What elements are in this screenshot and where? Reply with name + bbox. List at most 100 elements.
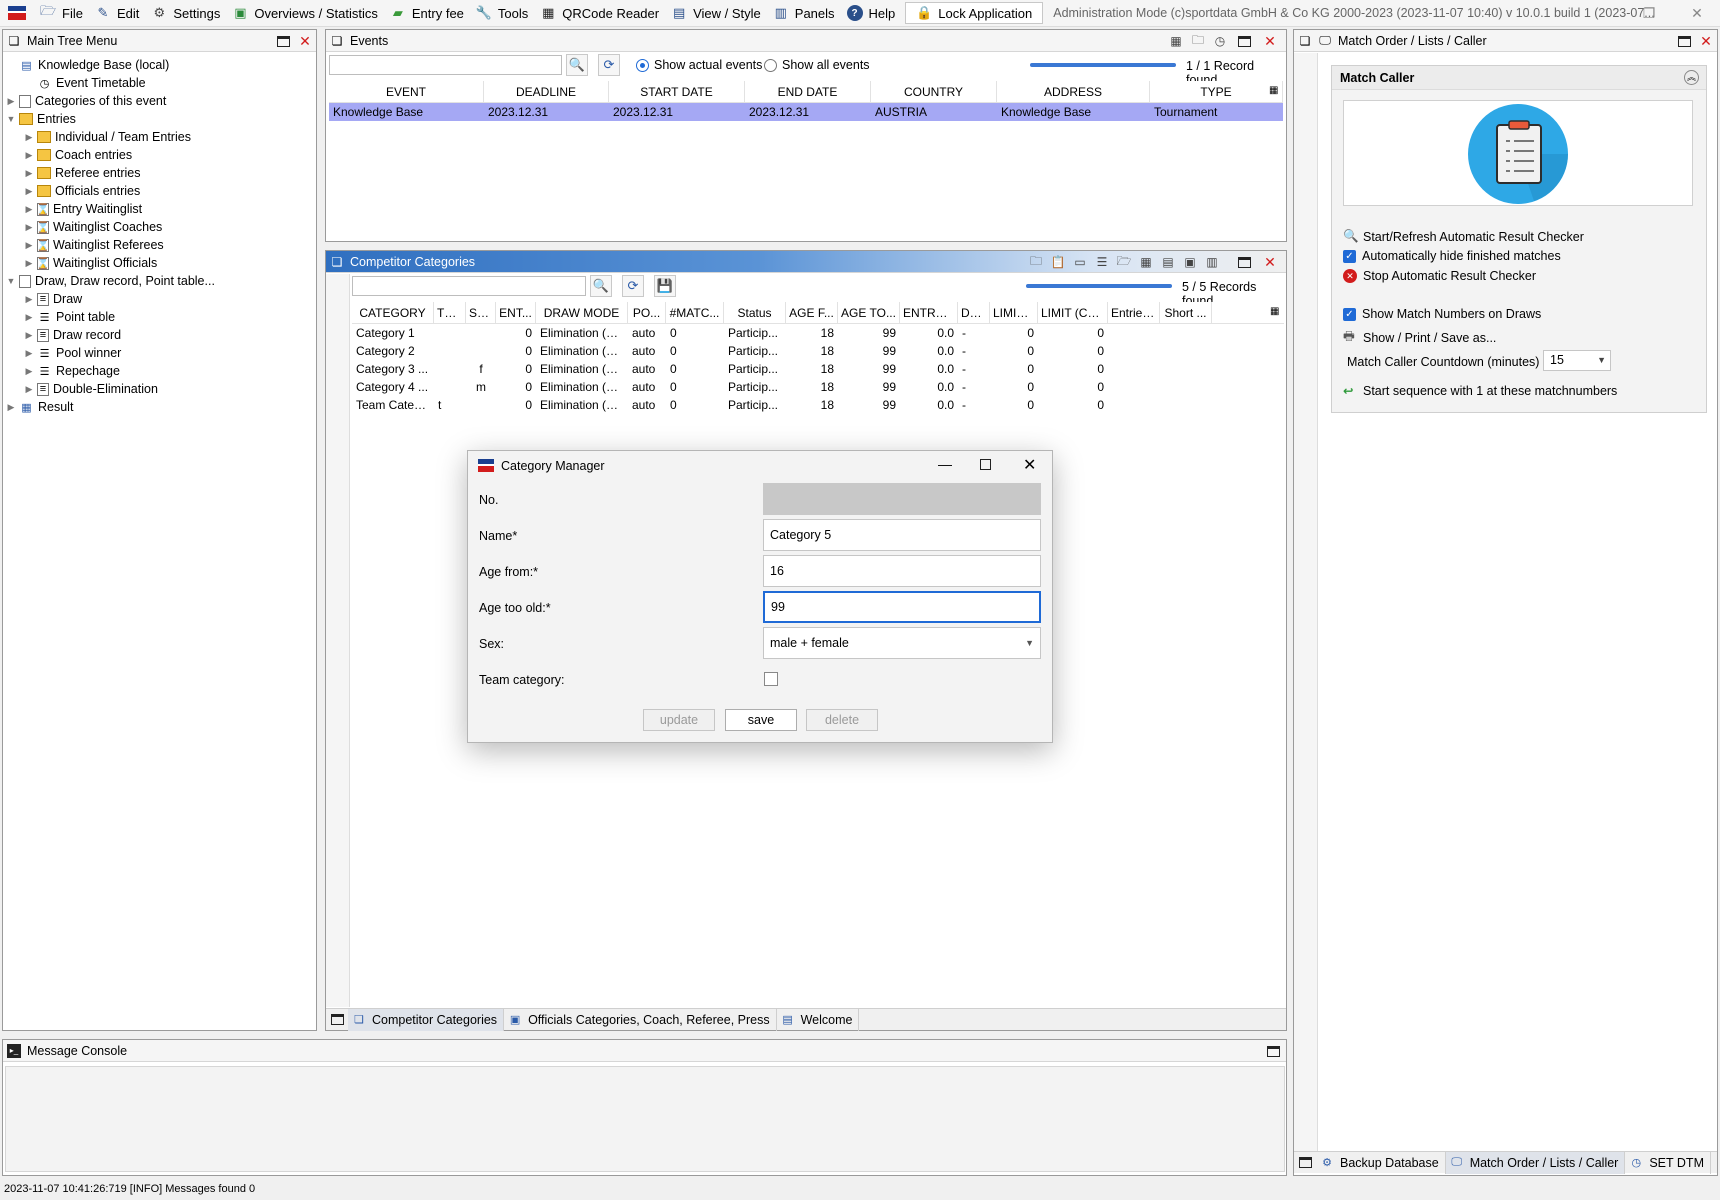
expand-arrow-icon[interactable]: ▶	[23, 258, 35, 269]
tab-item[interactable]: ◷ SET DTM	[1625, 1151, 1711, 1174]
column-chooser-icon[interactable]: ▦	[1269, 85, 1278, 96]
column-header[interactable]: EVENT	[329, 81, 484, 102]
tree-item[interactable]: ▶ Individual / Team Entries	[5, 128, 215, 146]
cat-tool-8-button[interactable]: ▣	[1182, 254, 1198, 270]
tab-item[interactable]: ▤ Welcome	[777, 1008, 860, 1031]
collapse-arrow-icon[interactable]: ▼	[5, 276, 17, 286]
update-button[interactable]: update	[643, 709, 715, 731]
table-row[interactable]: Team Categ... t 0 Elimination (K... auto 0 Par…	[352, 396, 1284, 414]
events-maximize-button[interactable]	[1236, 33, 1252, 49]
hide-finished-checkbox[interactable]: ✓ Automatically hide finished matches	[1343, 249, 1561, 263]
tree-close-button[interactable]: ✕	[297, 33, 313, 49]
tree-item[interactable]: ▶ ≡ Double-Elimination	[5, 380, 215, 398]
table-row[interactable]: Category 4 ... m 0 Elimination (K... auto 0 Pa…	[352, 378, 1284, 396]
menu-view-style[interactable]: ▤ View / Style	[665, 0, 767, 26]
tree-item[interactable]: ▶ ▦ Result	[5, 398, 215, 416]
expand-arrow-icon[interactable]: ▶	[23, 366, 35, 377]
tab-item[interactable]: 🖵 Match Order / Lists / Caller	[1445, 1151, 1626, 1174]
menu-entry-fee[interactable]: ▰ Entry fee	[384, 0, 470, 26]
table-row[interactable]: Category 1 0 Elimination (K... auto 0 Partici…	[352, 324, 1284, 342]
categories-maximize-button[interactable]	[1236, 254, 1252, 270]
column-header[interactable]: Entries ...	[1108, 302, 1160, 323]
column-header[interactable]: AGE TO...	[838, 302, 900, 323]
collapse-icon[interactable]: ︽	[1684, 70, 1699, 85]
start-sequence-button[interactable]: ↩ Start sequence with 1 at these matchnum…	[1343, 383, 1617, 399]
tree-maximize-button[interactable]	[275, 33, 291, 49]
events-calendar-button[interactable]: ▦	[1168, 33, 1184, 49]
column-header[interactable]: Status	[724, 302, 786, 323]
stop-result-checker-button[interactable]: ✕ Stop Automatic Result Checker	[1343, 269, 1536, 283]
categories-search-input[interactable]	[352, 276, 586, 296]
tree-item[interactable]: ▤ Knowledge Base (local)	[5, 56, 215, 74]
dialog-close-button[interactable]: ✕	[1023, 455, 1036, 475]
start-result-checker-button[interactable]: 🔍 Start/Refresh Automatic Result Checker	[1343, 229, 1584, 244]
menu-qrcode[interactable]: ▦ QRCode Reader	[534, 0, 665, 26]
expand-arrow-icon[interactable]: ▶	[23, 240, 35, 251]
tree-item[interactable]: ◷ Event Timetable	[5, 74, 215, 92]
expand-arrow-icon[interactable]: ▶	[5, 402, 17, 413]
expand-arrow-icon[interactable]: ▶	[23, 222, 35, 233]
expand-arrow-icon[interactable]: ▶	[23, 204, 35, 215]
expand-arrow-icon[interactable]: ▶	[5, 96, 17, 107]
column-header[interactable]: LIMIT (...	[990, 302, 1038, 323]
show-print-save-button[interactable]: 🖶 Show / Print / Save as...	[1343, 327, 1496, 348]
column-header[interactable]: START DATE	[609, 81, 745, 102]
tree-item[interactable]: ▶ Officials entries	[5, 182, 215, 200]
tree-item[interactable]: ▼ Draw, Draw record, Point table...	[5, 272, 215, 290]
dialog-minimize-button[interactable]: —	[938, 456, 952, 472]
app-logo[interactable]	[0, 0, 34, 26]
tab-item[interactable]: ▣ Officials Categories, Coach, Referee, P…	[504, 1008, 777, 1031]
column-header[interactable]: ADDRESS	[997, 81, 1150, 102]
cat-tool-7-button[interactable]: ▤	[1160, 254, 1176, 270]
column-header[interactable]: COUNTRY	[871, 81, 997, 102]
match-close-button[interactable]: ✕	[1698, 33, 1714, 49]
table-row[interactable]: Category 3 ... f 0 Elimination (K... auto 0 Pa…	[352, 360, 1284, 378]
menu-panels[interactable]: ▥ Panels	[767, 0, 841, 26]
expand-arrow-icon[interactable]: ▶	[23, 132, 35, 143]
column-header[interactable]: ENT...	[496, 302, 536, 323]
tabs-maximize-button[interactable]	[1294, 1157, 1316, 1168]
cat-tool-3-button[interactable]: ▭	[1072, 254, 1088, 270]
tree-item[interactable]: ▶ ⌛ Waitinglist Officials	[5, 254, 215, 272]
column-header[interactable]: DRAW MODE	[536, 302, 628, 323]
radio-show-actual-events[interactable]: Show actual events	[636, 58, 762, 72]
dialog-maximize-button[interactable]	[980, 459, 991, 470]
column-header[interactable]: DRAW MODE...	[958, 302, 990, 323]
column-chooser-icon[interactable]: ▦	[1270, 306, 1279, 317]
events-search-button[interactable]: 🔍	[566, 54, 588, 76]
categories-save-button[interactable]: 💾	[654, 275, 676, 297]
delete-button[interactable]: delete	[806, 709, 878, 731]
categories-refresh-button[interactable]: ⟳	[622, 275, 644, 297]
cat-tool-5-button[interactable]: 🗁	[1116, 254, 1132, 270]
cat-tool-2-button[interactable]: 📋	[1050, 254, 1066, 270]
column-header[interactable]: TYPE	[1150, 81, 1283, 102]
tree-item[interactable]: ▶ ≡ Draw	[5, 290, 215, 308]
events-refresh-button[interactable]: ⟳	[598, 54, 620, 76]
expand-arrow-icon[interactable]: ▶	[23, 150, 35, 161]
tree-item[interactable]: ▶ Categories of this event	[5, 92, 215, 110]
events-close-button[interactable]: ✕	[1262, 33, 1278, 49]
tab-item[interactable]: ⚙ Backup Database	[1316, 1151, 1446, 1174]
window-restore-button[interactable]: ❐	[1624, 0, 1674, 27]
table-row[interactable]: Knowledge Base 2023.12.31 2023.12.31 2023.1…	[329, 103, 1283, 121]
cat-tool-9-button[interactable]: ▥	[1204, 254, 1220, 270]
tab-item[interactable]: ❏ Competitor Categories	[348, 1008, 505, 1031]
column-header[interactable]: #MATC...	[666, 302, 724, 323]
column-header[interactable]: AGE F...	[786, 302, 838, 323]
collapse-arrow-icon[interactable]: ▼	[5, 114, 17, 124]
events-folder-button[interactable]: 🗀	[1190, 33, 1206, 49]
menu-file[interactable]: 🗁 File	[34, 0, 89, 26]
column-header[interactable]: PO...	[628, 302, 666, 323]
expand-arrow-icon[interactable]: ▶	[23, 294, 35, 305]
lock-application-button[interactable]: 🔒 Lock Application	[905, 2, 1044, 24]
expand-arrow-icon[interactable]: ▶	[23, 384, 35, 395]
menu-help[interactable]: ? Help	[841, 0, 902, 26]
expand-arrow-icon[interactable]: ▶	[23, 186, 35, 197]
tree-item[interactable]: ▶ ☰ Pool winner	[5, 344, 215, 362]
save-button[interactable]: save	[725, 709, 797, 731]
events-clock-button[interactable]: ◷	[1212, 33, 1228, 49]
expand-arrow-icon[interactable]: ▶	[23, 330, 35, 341]
tree-item[interactable]: ▼ Entries	[5, 110, 215, 128]
sex-select[interactable]: male + female ▼	[763, 627, 1041, 659]
tree-item[interactable]: ▶ ⌛ Waitinglist Referees	[5, 236, 215, 254]
